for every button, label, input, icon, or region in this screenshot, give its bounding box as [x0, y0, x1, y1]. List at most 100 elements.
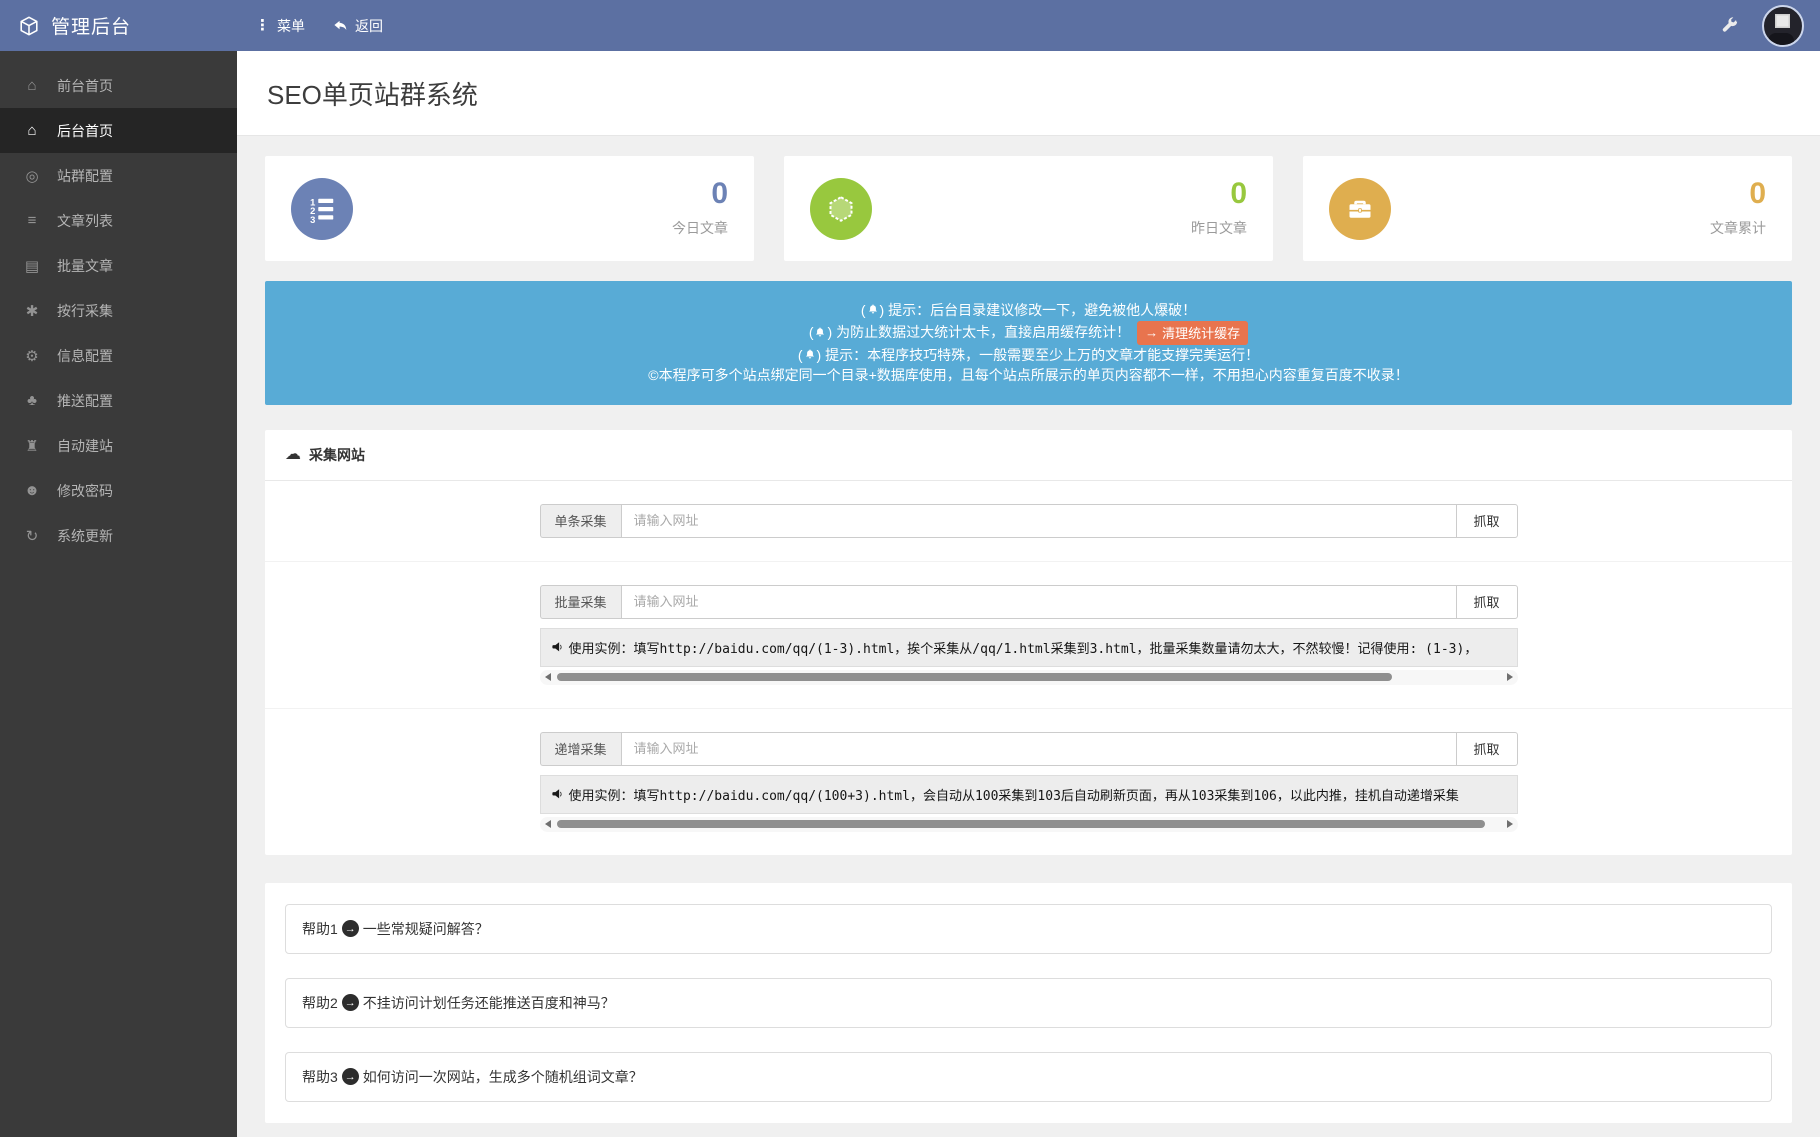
increment-collect-label: 递增采集 — [540, 732, 621, 766]
grab-button[interactable]: 抓取 — [1456, 732, 1518, 766]
batch-collect-help: 使用实例：填写http://baidu.com/qq/(1-3).html，挨个… — [540, 628, 1518, 667]
app-title: 管理后台 — [51, 12, 131, 39]
help-panel: 帮助1 一些常规疑问解答？ 帮助2 不挂访问计划任务还能推送百度和神马？ 帮助3… — [265, 883, 1792, 1123]
sidebar-item-auto-build[interactable]: ♜ 自动建站 — [0, 423, 237, 468]
sidebar-item-label: 推送配置 — [57, 391, 113, 411]
scroll-right-arrow[interactable] — [1507, 820, 1513, 828]
hexagon-icon — [810, 178, 872, 240]
help-prefix: 帮助2 — [302, 993, 338, 1013]
bell-icon — [798, 345, 821, 366]
stat-label: 文章累计 — [1710, 218, 1766, 238]
sidebar-item-push-config[interactable]: ♣ 推送配置 — [0, 378, 237, 423]
grab-button[interactable]: 抓取 — [1456, 585, 1518, 619]
increment-collect-help: 使用实例：填写http://baidu.com/qq/(100+3).html，… — [540, 775, 1518, 814]
stat-card-yesterday: 0 昨日文章 — [784, 156, 1273, 261]
help-prefix: 帮助1 — [302, 919, 338, 939]
sidebar-item-label: 后台首页 — [57, 121, 113, 141]
single-collect-url-input[interactable] — [621, 504, 1457, 538]
notice-banner: 提示：后台目录建议修改一下，避免被他人爆破！ 为防止数据过大统计太卡，直接启用缓… — [265, 281, 1792, 405]
stat-value: 0 — [672, 179, 728, 209]
sidebar-item-system-update[interactable]: ↻ 系统更新 — [0, 513, 237, 558]
globe-icon: ◎ — [22, 167, 42, 185]
stat-value: 0 — [1191, 179, 1247, 209]
scrollbar-thumb[interactable] — [557, 673, 1392, 681]
collect-panel-header: ☁ 采集网站 — [265, 430, 1792, 481]
bell-icon — [809, 322, 832, 343]
menu-label: 菜单 — [277, 16, 305, 36]
asterisk-icon: ✱ — [22, 302, 42, 320]
ordered-list-icon: 123 — [291, 178, 353, 240]
notice-text: ©本程序可多个站点绑定同一个目录+数据库使用，且每个站点所展示的单页内容都不一样… — [648, 365, 1409, 386]
scroll-right-arrow[interactable] — [1507, 673, 1513, 681]
sidebar-item-label: 信息配置 — [57, 346, 113, 366]
user-avatar[interactable] — [1762, 5, 1804, 47]
help-item-2[interactable]: 帮助2 不挂访问计划任务还能推送百度和神马？ — [285, 978, 1772, 1028]
notice-line-1: 提示：后台目录建议修改一下，避免被他人爆破！ — [275, 300, 1782, 321]
sidebar-item-line-collect[interactable]: ✱ 按行采集 — [0, 288, 237, 333]
sidebar-item-sitegroup-config[interactable]: ◎ 站群配置 — [0, 153, 237, 198]
sidebar-item-label: 文章列表 — [57, 211, 113, 231]
notice-text: 提示：本程序技巧特殊，一般需要至少上万的文章才能支撑完美运行！ — [825, 345, 1259, 366]
notice-line-4: ©本程序可多个站点绑定同一个目录+数据库使用，且每个站点所展示的单页内容都不一样… — [275, 365, 1782, 386]
wrench-icon[interactable] — [1721, 17, 1738, 34]
main-content: SEO单页站群系统 123 0 今日文章 0 昨日文章 — [237, 51, 1820, 1137]
sidebar-item-info-config[interactable]: ⚙ 信息配置 — [0, 333, 237, 378]
back-link[interactable]: 返回 — [333, 16, 383, 36]
increment-collect-url-input[interactable] — [621, 732, 1457, 766]
app-logo[interactable]: 管理后台 — [0, 12, 237, 39]
help-prefix: 帮助3 — [302, 1067, 338, 1087]
sidebar-item-label: 站群配置 — [57, 166, 113, 186]
help-item-3[interactable]: 帮助3 如何访问一次网站，生成多个随机组词文章？ — [285, 1052, 1772, 1102]
page-title: SEO单页站群系统 — [237, 51, 1820, 136]
sidebar-item-admin-home[interactable]: ⌂ 后台首页 — [0, 108, 237, 153]
notice-text: 提示：后台目录建议修改一下，避免被他人爆破！ — [888, 300, 1196, 321]
menu-toggle[interactable]: ⋮ 菜单 — [255, 16, 305, 36]
grab-button[interactable]: 抓取 — [1456, 504, 1518, 538]
stat-label: 今日文章 — [672, 218, 728, 238]
sidebar-item-label: 按行采集 — [57, 301, 113, 321]
horizontal-scrollbar[interactable] — [540, 670, 1518, 685]
list-icon: ≡ — [22, 212, 42, 229]
scrollbar-thumb[interactable] — [557, 820, 1485, 828]
sidebar-item-label: 前台首页 — [57, 76, 113, 96]
bank-icon: ♜ — [22, 437, 42, 455]
user-circle-icon: ☻ — [22, 482, 42, 499]
single-collect-label: 单条采集 — [540, 504, 621, 538]
megaphone-icon — [551, 641, 564, 654]
batch-collect-label: 批量采集 — [540, 585, 621, 619]
help-text: 如何访问一次网站，生成多个随机组词文章？ — [363, 1067, 643, 1087]
book-icon: ▤ — [22, 257, 42, 275]
batch-collect-url-input[interactable] — [621, 585, 1457, 619]
scroll-left-arrow[interactable] — [545, 820, 551, 828]
vertical-dots-icon: ⋮ — [255, 18, 270, 33]
horizontal-scrollbar[interactable] — [540, 817, 1518, 832]
svg-text:3: 3 — [310, 214, 315, 223]
cube-icon — [18, 15, 40, 37]
bell-icon — [861, 300, 884, 321]
sidebar-item-label: 修改密码 — [57, 481, 113, 501]
home-icon: ⌂ — [22, 77, 42, 94]
briefcase-icon — [1329, 178, 1391, 240]
paw-icon: ♣ — [22, 392, 42, 409]
scroll-left-arrow[interactable] — [545, 673, 551, 681]
reply-arrow-icon — [333, 18, 348, 33]
help-item-1[interactable]: 帮助1 一些常规疑问解答？ — [285, 904, 1772, 954]
sidebar-item-label: 批量文章 — [57, 256, 113, 276]
batch-collect-row: 批量采集 抓取 使用实例：填写http://baidu.com/qq/(1-3)… — [265, 562, 1792, 709]
sidebar-item-label: 系统更新 — [57, 526, 113, 546]
megaphone-icon — [551, 788, 564, 801]
stats-row: 123 0 今日文章 0 昨日文章 — [265, 156, 1792, 261]
top-header: 管理后台 ⋮ 菜单 返回 — [0, 0, 1820, 51]
notice-line-2: 为防止数据过大统计太卡，直接启用缓存统计！ → 清理统计缓存 — [275, 321, 1782, 345]
sidebar-item-change-password[interactable]: ☻ 修改密码 — [0, 468, 237, 513]
sidebar-item-article-list[interactable]: ≡ 文章列表 — [0, 198, 237, 243]
notice-text: 为防止数据过大统计太卡，直接启用缓存统计！ — [836, 322, 1130, 343]
refresh-icon: ↻ — [22, 527, 42, 545]
sidebar-item-label: 自动建站 — [57, 436, 113, 456]
sidebar-item-batch-articles[interactable]: ▤ 批量文章 — [0, 243, 237, 288]
clean-stats-cache-button[interactable]: → 清理统计缓存 — [1137, 321, 1248, 345]
arrow-circle-right-icon — [342, 994, 359, 1011]
sidebar-item-front-home[interactable]: ⌂ 前台首页 — [0, 63, 237, 108]
cloud-icon: ☁ — [285, 447, 301, 463]
notice-line-3: 提示：本程序技巧特殊，一般需要至少上万的文章才能支撑完美运行！ — [275, 345, 1782, 366]
